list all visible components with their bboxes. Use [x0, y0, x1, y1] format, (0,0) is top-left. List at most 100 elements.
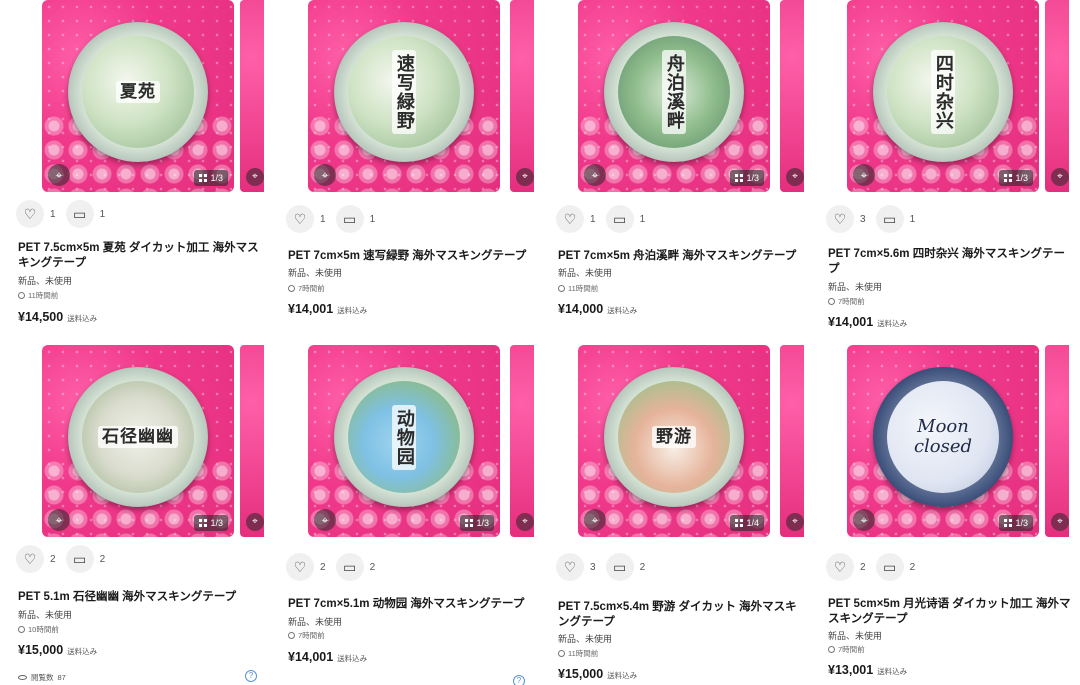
- comment-icon[interactable]: ▭: [335, 205, 364, 233]
- scan-icon[interactable]: ⌖: [516, 513, 534, 531]
- next-image-preview[interactable]: ⌖: [510, 345, 534, 537]
- listing-card[interactable]: 速写緑野 ⌖ ⌖ ♡ 1 ▭ 1 PET 7cm×5m 速写緑野 海外マスキング…: [280, 0, 540, 340]
- listing-card[interactable]: 石径幽幽 ⌖ 1/3 ⌖ ♡ 2 ▭ 2 PET 5.1m 石径幽幽 海外マスキ…: [10, 345, 270, 685]
- comment-icon[interactable]: ▭: [605, 553, 634, 581]
- listing-image-carousel[interactable]: 动物园 ⌖ 1/3 ⌖: [280, 345, 535, 541]
- listing-title[interactable]: PET 7cm×5m 舟泊溪畔 海外マスキングテープ: [558, 249, 803, 264]
- heart-icon[interactable]: ♡: [556, 205, 584, 233]
- comment-icon[interactable]: ▭: [605, 205, 634, 233]
- scan-icon[interactable]: ⌖: [853, 164, 875, 186]
- shipping-note: 送料込み: [337, 654, 368, 663]
- listing-image[interactable]: 速写緑野 ⌖: [308, 0, 500, 192]
- tape-artwork: 舟泊溪畔: [618, 36, 730, 148]
- next-image-preview[interactable]: ⌖: [780, 0, 804, 192]
- heart-icon[interactable]: ♡: [286, 553, 314, 581]
- listing-title[interactable]: PET 7cm×5.6m 四时杂兴 海外マスキングテープ: [828, 247, 1073, 277]
- scan-icon[interactable]: ⌖: [1051, 513, 1069, 531]
- listing-title[interactable]: PET 7.5cm×5.4m 野游 ダイカット 海外マスキングテープ: [558, 600, 803, 630]
- tape-label: 石径幽幽: [98, 425, 178, 449]
- listing-image[interactable]: 石径幽幽 ⌖ 1/3: [42, 345, 234, 537]
- listing-image[interactable]: 舟泊溪畔 ⌖ 1/3: [578, 0, 770, 192]
- help-icon[interactable]: ?: [245, 670, 257, 682]
- scan-icon[interactable]: ⌖: [584, 509, 606, 531]
- listing-title[interactable]: PET 5.1m 石径幽幽 海外マスキングテープ: [18, 590, 263, 605]
- scan-icon[interactable]: ⌖: [314, 164, 336, 186]
- shipping-note: 送料込み: [607, 306, 638, 315]
- help-icon[interactable]: ?: [513, 675, 525, 685]
- scan-icon[interactable]: ⌖: [48, 164, 70, 186]
- next-image-preview[interactable]: ⌖: [510, 0, 534, 192]
- item-condition: 新品、未使用: [288, 617, 343, 627]
- listing-image-carousel[interactable]: Moon closed ⌖ 1/3 ⌖: [820, 345, 1075, 541]
- scan-icon[interactable]: ⌖: [516, 168, 534, 186]
- listing-title[interactable]: PET 7.5cm×5m 夏苑 ダイカット加工 海外マスキングテープ: [18, 241, 263, 271]
- scan-icon[interactable]: ⌖: [314, 509, 336, 531]
- listing-image[interactable]: 夏苑 ⌖ 1/3: [42, 0, 234, 192]
- listing-card[interactable]: 夏苑 ⌖ 1/3 ⌖ ♡ 1 ▭ 1 PET 7.5cm×5m 夏苑 ダイカット…: [10, 0, 270, 340]
- comment-icon[interactable]: ▭: [875, 553, 904, 581]
- next-image-preview[interactable]: ⌖: [240, 0, 264, 192]
- next-image-preview[interactable]: ⌖: [1045, 0, 1069, 192]
- price-value: ¥14,500: [18, 310, 64, 324]
- listing-image-carousel[interactable]: 野游 ⌖ 1/4 ⌖: [550, 345, 805, 541]
- listing-image-carousel[interactable]: 夏苑 ⌖ 1/3 ⌖: [10, 0, 265, 196]
- comment-icon[interactable]: ▭: [65, 200, 94, 228]
- listing-image[interactable]: Moon closed ⌖ 1/3: [847, 345, 1039, 537]
- next-image-preview[interactable]: ⌖: [780, 345, 804, 537]
- listing-title[interactable]: PET 5cm×5m 月光诗语 ダイカット加工 海外マスキングテープ: [828, 597, 1073, 627]
- heart-icon[interactable]: ♡: [826, 205, 854, 233]
- scan-icon[interactable]: ⌖: [246, 513, 264, 531]
- listing-title[interactable]: PET 7cm×5m 速写緑野 海外マスキングテープ: [288, 249, 533, 264]
- price-value: ¥15,000: [558, 667, 604, 681]
- clock-icon: [558, 650, 565, 657]
- item-condition: 新品、未使用: [288, 268, 343, 278]
- scan-icon[interactable]: ⌖: [853, 509, 875, 531]
- listing-card[interactable]: 动物园 ⌖ 1/3 ⌖ ♡ 2 ▭ 2 PET 7cm×5.1m 动物园 海外マ…: [280, 345, 540, 685]
- comment-icon[interactable]: ▭: [335, 553, 364, 581]
- listing-image-carousel[interactable]: 舟泊溪畔 ⌖ 1/3 ⌖: [550, 0, 805, 196]
- shipping-note: 送料込み: [607, 671, 638, 680]
- listing-price: ¥13,001 送料込み: [828, 663, 907, 677]
- listing-image[interactable]: 野游 ⌖ 1/4: [578, 345, 770, 537]
- tape-roll: 石径幽幽: [68, 367, 208, 507]
- shipping-note: 送料込み: [67, 647, 98, 656]
- heart-icon[interactable]: ♡: [826, 553, 854, 581]
- listing-card[interactable]: 舟泊溪畔 ⌖ 1/3 ⌖ ♡ 1 ▭ 1 PET 7cm×5m 舟泊溪畔 海外マ…: [550, 0, 810, 340]
- clock-icon: [18, 292, 25, 299]
- heart-icon[interactable]: ♡: [556, 553, 584, 581]
- listing-price: ¥14,001 送料込み: [828, 315, 907, 329]
- scan-icon[interactable]: ⌖: [48, 509, 70, 531]
- heart-icon[interactable]: ♡: [286, 205, 314, 233]
- listing-actions: ♡ 2 ▭ 2: [826, 553, 919, 581]
- tape-roll: 舟泊溪畔: [604, 22, 744, 162]
- listing-image-carousel[interactable]: 四时杂兴 ⌖ 1/3 ⌖: [820, 0, 1075, 196]
- tape-label: 速写緑野: [392, 50, 416, 134]
- heart-icon[interactable]: ♡: [16, 200, 44, 228]
- heart-icon[interactable]: ♡: [16, 545, 44, 573]
- listing-price: ¥15,000 送料込み: [558, 667, 637, 681]
- scan-icon[interactable]: ⌖: [1051, 168, 1069, 186]
- listing-card[interactable]: 野游 ⌖ 1/4 ⌖ ♡ 3 ▭ 2 PET 7.5cm×5.4m 野游 ダイカ…: [550, 345, 810, 685]
- tape-artwork: 夏苑: [82, 36, 194, 148]
- scan-icon[interactable]: ⌖: [786, 513, 804, 531]
- scan-icon[interactable]: ⌖: [786, 168, 804, 186]
- comment-icon[interactable]: ▭: [875, 205, 904, 233]
- image-grid-icon: [1004, 174, 1013, 182]
- comment-icon[interactable]: ▭: [65, 545, 94, 573]
- listing-price: ¥14,001 送料込み: [288, 650, 367, 664]
- listing-card[interactable]: Moon closed ⌖ 1/3 ⌖ ♡ 2 ▭ 2 PET 5cm×5m 月…: [820, 345, 1080, 685]
- scan-icon[interactable]: ⌖: [246, 168, 264, 186]
- tape-label: 舟泊溪畔: [662, 50, 686, 134]
- listing-card[interactable]: 四时杂兴 ⌖ 1/3 ⌖ ♡ 3 ▭ 1 PET 7cm×5.6m 四时杂兴 海…: [820, 0, 1080, 340]
- listing-image-carousel[interactable]: 石径幽幽 ⌖ 1/3 ⌖: [10, 345, 265, 541]
- scan-icon[interactable]: ⌖: [584, 164, 606, 186]
- next-image-preview[interactable]: ⌖: [1045, 345, 1069, 537]
- listing-image[interactable]: 四时杂兴 ⌖ 1/3: [847, 0, 1039, 192]
- listing-image[interactable]: 动物园 ⌖ 1/3: [308, 345, 500, 537]
- like-count: 2: [320, 561, 326, 573]
- listing-time: 7時間前: [288, 283, 325, 294]
- listing-title[interactable]: PET 7cm×5.1m 动物园 海外マスキングテープ: [288, 597, 533, 612]
- next-image-preview[interactable]: ⌖: [240, 345, 264, 537]
- image-count: 1/3: [1015, 518, 1028, 528]
- listing-image-carousel[interactable]: 速写緑野 ⌖ ⌖: [280, 0, 535, 196]
